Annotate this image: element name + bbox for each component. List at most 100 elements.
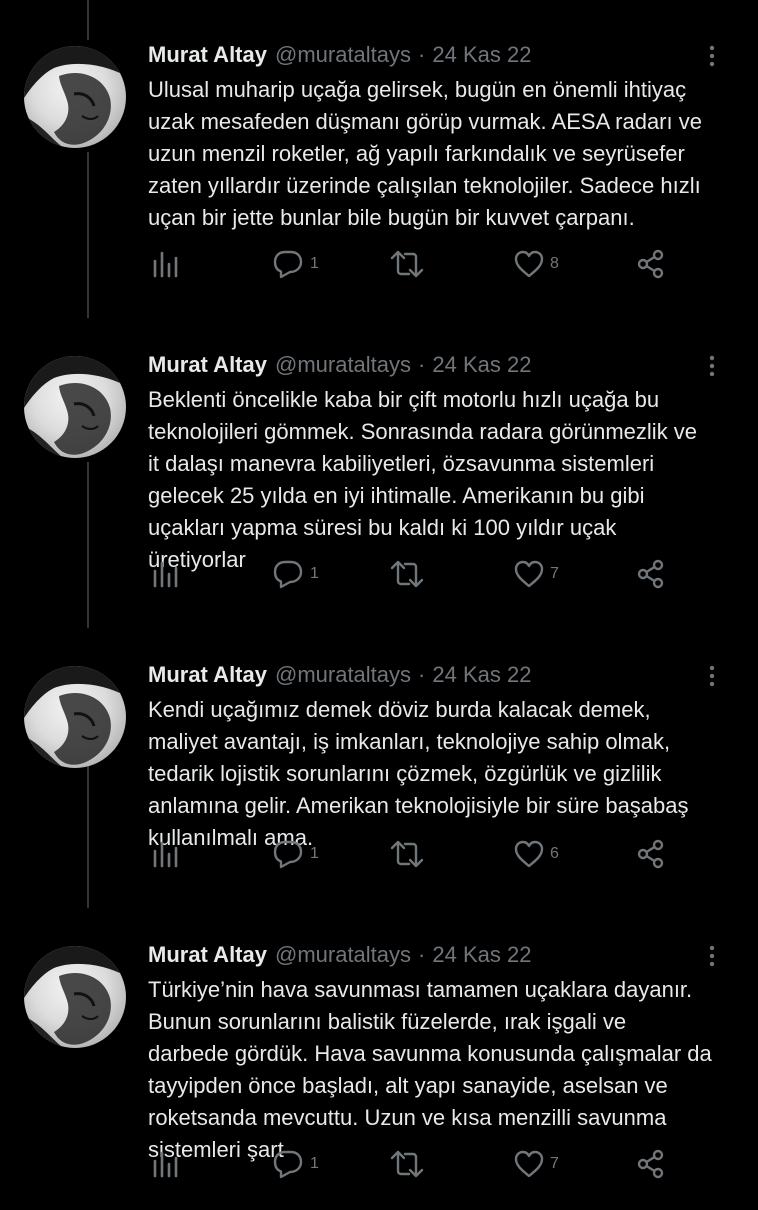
tweet-text-line: gelecek 25 yılda en iyi ihtimalle. Ameri…	[148, 483, 645, 508]
tweet-text-line: Türkiye’nin hava savunması tamamen uçakl…	[148, 977, 693, 1002]
avatar[interactable]	[24, 666, 126, 768]
bar-chart-icon	[153, 1151, 178, 1178]
author-name[interactable]: Murat Altay	[148, 352, 267, 378]
share-icon	[637, 1149, 664, 1179]
share-icon	[637, 559, 664, 589]
tweet-date[interactable]: 24 Kas 22	[432, 42, 531, 68]
tweet-text-line: zaten yıllardır üzerinde çalışılan tekno…	[148, 173, 701, 198]
tweet-text-line: maliyet avantajı, iş imkanları, teknoloj…	[148, 729, 671, 754]
like-count: 7	[550, 1155, 559, 1172]
tweet-text-line: uzak mesafeden düşmanı görüp vurmak. AES…	[148, 109, 702, 134]
like-button[interactable]: 6	[514, 834, 559, 874]
separator-dot: ·	[418, 662, 426, 687]
reply-bubble-icon	[273, 840, 303, 869]
tweet-text-line: teknolojileri gömmek. Sonrasında radara …	[148, 419, 698, 444]
avatar-portrait-image	[24, 46, 126, 148]
reply-button[interactable]: 1	[272, 554, 319, 594]
retweet-icon	[390, 560, 424, 588]
reply-bubble-icon	[273, 1150, 303, 1179]
tweet-text-line: uçakları yapma süresi bu kaldı ki 100 yı…	[148, 515, 617, 540]
reply-count: 1	[310, 565, 319, 582]
tweet[interactable]: Murat Altay @murataltays · 24 Kas 22 Ken…	[0, 620, 758, 930]
share-button[interactable]	[636, 834, 666, 874]
avatar-portrait-image	[24, 946, 126, 1048]
retweet-button[interactable]	[390, 244, 430, 284]
share-icon	[637, 249, 664, 279]
avatar[interactable]	[24, 356, 126, 458]
retweet-button[interactable]	[390, 1144, 430, 1184]
tweet-text-line: uzun menzil roketler, ağ yapılı farkında…	[148, 141, 685, 166]
retweet-icon	[390, 840, 424, 868]
like-button[interactable]: 8	[514, 244, 559, 284]
bar-chart-icon	[153, 251, 178, 278]
more-dots-icon[interactable]	[700, 44, 724, 68]
separator-dot: ·	[418, 352, 426, 377]
like-button[interactable]: 7	[514, 1144, 559, 1184]
tweet[interactable]: Murat Altay @murataltays · 24 Kas 22 Ulu…	[0, 0, 758, 310]
tweet-text: Ulusal muharip uçağa gelirsek, bugün en …	[148, 74, 738, 234]
reply-count: 1	[310, 255, 319, 272]
tweet-actions: 1 7	[150, 554, 720, 594]
tweet-text-line: Beklenti öncelikle kaba bir çift motorlu…	[148, 387, 660, 412]
like-count: 6	[550, 845, 559, 862]
heart-icon	[514, 840, 544, 868]
tweet-actions: 1 6	[150, 834, 720, 874]
retweet-icon	[390, 250, 424, 278]
author-handle[interactable]: @murataltays	[275, 942, 411, 968]
views-button[interactable]	[150, 1144, 180, 1184]
tweet-text-line: tedarik lojistik sorunlarını çözmek, özg…	[148, 761, 662, 786]
tweet-text-line: uçan bir jette bunlar bile bugün bir kuv…	[148, 205, 635, 230]
author-handle[interactable]: @murataltays	[275, 662, 411, 688]
reply-count: 1	[310, 1155, 319, 1172]
tweet-date[interactable]: 24 Kas 22	[432, 352, 531, 378]
like-count: 7	[550, 565, 559, 582]
tweet-text-line: Ulusal muharip uçağa gelirsek, bugün en …	[148, 77, 687, 102]
reply-bubble-icon	[273, 250, 303, 279]
author-handle[interactable]: @murataltays	[275, 352, 411, 378]
author-handle[interactable]: @murataltays	[275, 42, 411, 68]
separator-dot: ·	[418, 42, 426, 67]
reply-bubble-icon	[273, 560, 303, 589]
tweet-text-line: Kendi uçağımız demek döviz burda kalacak…	[148, 697, 651, 722]
author-name[interactable]: Murat Altay	[148, 662, 267, 688]
tweet-text-line: anlamına gelir. Amerikan teknolojisiyle …	[148, 793, 689, 818]
like-count: 8	[550, 255, 559, 272]
retweet-button[interactable]	[390, 834, 430, 874]
tweet[interactable]: Murat Altay @murataltays · 24 Kas 22 Bek…	[0, 310, 758, 620]
tweet-text: Kendi uçağımız demek döviz burda kalacak…	[148, 694, 738, 854]
tweet-text: Beklenti öncelikle kaba bir çift motorlu…	[148, 384, 738, 576]
tweet[interactable]: Murat Altay @murataltays · 24 Kas 22 Tür…	[0, 900, 758, 1210]
tweet-text-line: tayyipden önce başladı, alt yapı sanayid…	[148, 1073, 668, 1098]
reply-button[interactable]: 1	[272, 834, 319, 874]
heart-icon	[514, 560, 544, 588]
share-button[interactable]	[636, 1144, 666, 1184]
views-button[interactable]	[150, 834, 180, 874]
share-icon	[637, 839, 664, 869]
more-dots-icon[interactable]	[700, 944, 724, 968]
reply-button[interactable]: 1	[272, 244, 319, 284]
tweet-date[interactable]: 24 Kas 22	[432, 942, 531, 968]
more-dots-icon[interactable]	[700, 664, 724, 688]
avatar[interactable]	[24, 46, 126, 148]
avatar[interactable]	[24, 946, 126, 1048]
reply-button[interactable]: 1	[272, 1144, 319, 1184]
more-dots-icon[interactable]	[700, 354, 724, 378]
retweet-icon	[390, 1150, 424, 1178]
tweet-text-line: darbede gördük. Hava savunma konusunda ç…	[148, 1041, 712, 1066]
tweet-text-line: Bunun sorunlarını balistik füzelerde, ır…	[148, 1009, 627, 1034]
tweet-text-line: it dalaşı manevra kabiliyetleri, özsavun…	[148, 451, 655, 476]
like-button[interactable]: 7	[514, 554, 559, 594]
retweet-button[interactable]	[390, 554, 430, 594]
share-button[interactable]	[636, 554, 666, 594]
views-button[interactable]	[150, 244, 180, 284]
author-name[interactable]: Murat Altay	[148, 942, 267, 968]
share-button[interactable]	[636, 244, 666, 284]
tweet-date[interactable]: 24 Kas 22	[432, 662, 531, 688]
avatar-portrait-image	[24, 356, 126, 458]
reply-count: 1	[310, 845, 319, 862]
views-button[interactable]	[150, 554, 180, 594]
heart-icon	[514, 250, 544, 278]
tweet-actions: 1 7	[150, 1144, 720, 1184]
separator-dot: ·	[418, 942, 426, 967]
author-name[interactable]: Murat Altay	[148, 42, 267, 68]
